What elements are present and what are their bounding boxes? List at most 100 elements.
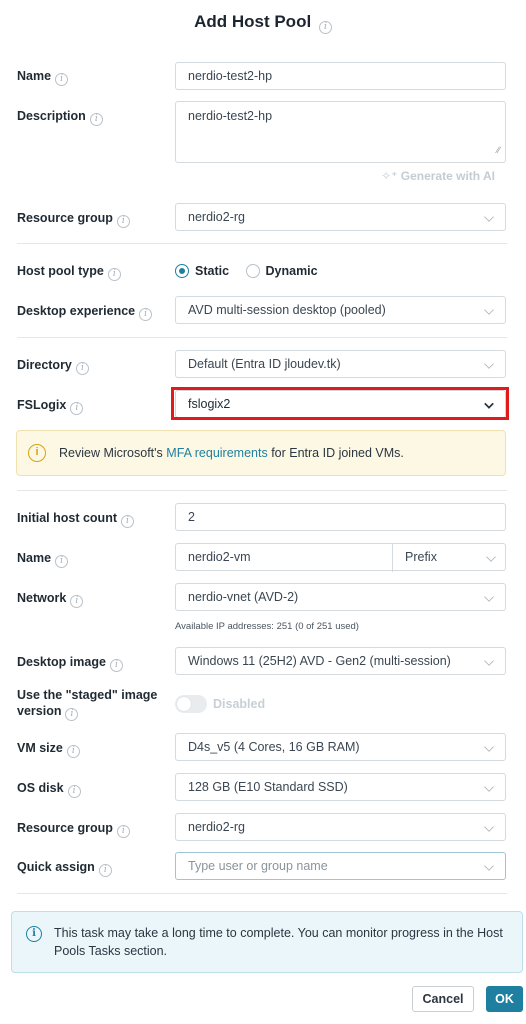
chevron-down-icon bbox=[484, 359, 494, 369]
host-pool-type-label: Host pool type bbox=[17, 264, 104, 278]
radio-dynamic-label: Dynamic bbox=[265, 264, 318, 278]
dialog-title-row: Add Host Pool i bbox=[0, 12, 526, 34]
vm-name-value: nerdio2-vm bbox=[188, 550, 251, 564]
radio-dynamic[interactable]: Dynamic bbox=[245, 262, 330, 280]
mfa-warning-banner: i Review Microsoft's MFA requirements fo… bbox=[16, 430, 506, 476]
resource-group-value: nerdio2-rg bbox=[188, 210, 245, 224]
dialog-title: Add Host Pool bbox=[194, 12, 312, 31]
chevron-down-icon bbox=[484, 861, 494, 871]
network-value: nerdio-vnet (AVD-2) bbox=[188, 590, 299, 604]
info-icon[interactable]: i bbox=[66, 745, 80, 758]
host-pool-name-input[interactable]: nerdio-test2-hp bbox=[175, 62, 506, 90]
vm-resource-group-select[interactable]: nerdio2-rg bbox=[175, 813, 506, 841]
divider bbox=[17, 243, 507, 244]
quick-assign-placeholder: Type user or group name bbox=[188, 859, 328, 873]
available-ip-note: Available IP addresses: 251 (0 of 251 us… bbox=[175, 621, 359, 632]
info-icon[interactable]: i bbox=[75, 362, 89, 375]
radio-static[interactable]: Static bbox=[175, 262, 241, 280]
info-icon[interactable]: i bbox=[121, 515, 134, 528]
divider bbox=[17, 490, 507, 491]
resize-handle-icon[interactable]: ∕∕ bbox=[497, 142, 500, 158]
desktop-image-label: Desktop image bbox=[17, 655, 106, 669]
chevron-down-icon bbox=[484, 822, 494, 832]
vm-size-label: VM size bbox=[17, 741, 63, 755]
description-label: Description bbox=[17, 109, 86, 123]
name-label: Name bbox=[17, 69, 52, 83]
warning-icon: i bbox=[28, 444, 46, 462]
chevron-down-icon bbox=[484, 305, 494, 315]
chevron-down-icon bbox=[484, 742, 494, 752]
chevron-down-icon bbox=[484, 592, 494, 602]
chevron-down-icon bbox=[484, 212, 494, 222]
desktop-image-select[interactable]: Windows 11 (25H2) AVD - Gen2 (multi-sess… bbox=[175, 647, 506, 675]
info-icon[interactable]: i bbox=[116, 825, 130, 838]
info-icon[interactable]: i bbox=[318, 21, 332, 34]
info-icon[interactable]: i bbox=[116, 215, 130, 228]
highlight-box bbox=[171, 387, 509, 420]
info-icon[interactable]: i bbox=[55, 73, 69, 86]
task-notice-text: This task may take a long time to comple… bbox=[54, 926, 503, 958]
chevron-down-icon bbox=[486, 552, 496, 562]
vm-name-input[interactable]: nerdio2-vm Prefix bbox=[175, 543, 507, 572]
desktop-experience-select[interactable]: AVD multi-session desktop (pooled) bbox=[175, 296, 506, 324]
network-label: Network bbox=[17, 591, 67, 605]
generate-ai-label: Generate with AI bbox=[400, 169, 495, 183]
info-icon[interactable]: i bbox=[109, 659, 123, 672]
vm-name-label: Name bbox=[17, 551, 52, 565]
staged-image-toggle[interactable] bbox=[175, 695, 207, 713]
quick-assign-label: Quick assign bbox=[17, 860, 95, 874]
ok-button[interactable]: OK bbox=[486, 986, 523, 1012]
sparkle-icon: ✧⁺ bbox=[381, 169, 398, 183]
info-icon[interactable]: i bbox=[70, 595, 84, 608]
directory-select[interactable]: Default (Entra ID jloudev.tk) bbox=[175, 350, 506, 378]
description-value: nerdio-test2-hp bbox=[188, 109, 273, 123]
desktop-experience-value: AVD multi-session desktop (pooled) bbox=[188, 303, 386, 317]
resource-group-label: Resource group bbox=[17, 211, 113, 225]
vm-size-value: D4s_v5 (4 Cores, 16 GB RAM) bbox=[188, 740, 360, 754]
add-host-pool-dialog: Add Host Pool i Name i nerdio-test2-hp De… bbox=[0, 0, 526, 1024]
info-icon[interactable]: i bbox=[89, 113, 103, 126]
resource-group-select[interactable]: nerdio2-rg bbox=[175, 203, 506, 231]
info-icon[interactable]: i bbox=[139, 308, 153, 321]
staged-image-label-line1: Use the "staged" image bbox=[17, 688, 158, 702]
vm-name-mode-select[interactable]: Prefix bbox=[392, 544, 507, 572]
network-select[interactable]: nerdio-vnet (AVD-2) bbox=[175, 583, 506, 611]
vm-size-select[interactable]: D4s_v5 (4 Cores, 16 GB RAM) bbox=[175, 733, 506, 761]
info-icon[interactable]: i bbox=[98, 864, 112, 877]
radio-selected-icon bbox=[175, 264, 189, 278]
info-icon[interactable]: i bbox=[55, 555, 69, 568]
mfa-notice-suffix: for Entra ID joined VMs. bbox=[267, 446, 404, 460]
chevron-down-icon bbox=[484, 782, 494, 792]
mfa-requirements-link[interactable]: MFA requirements bbox=[166, 446, 267, 460]
info-circle-icon: i bbox=[26, 926, 42, 942]
info-icon[interactable]: i bbox=[70, 402, 84, 415]
initial-host-count-input[interactable]: 2 bbox=[175, 503, 506, 531]
staged-image-label-line2: version bbox=[17, 704, 62, 718]
os-disk-value: 128 GB (E10 Standard SSD) bbox=[188, 780, 348, 794]
divider bbox=[17, 893, 507, 894]
staged-toggle-label: Disabled bbox=[213, 697, 266, 711]
directory-value: Default (Entra ID jloudev.tk) bbox=[188, 357, 341, 371]
description-textarea[interactable]: nerdio-test2-hp ∕∕ bbox=[175, 101, 506, 163]
os-disk-label: OS disk bbox=[17, 781, 64, 795]
cancel-button[interactable]: Cancel bbox=[412, 986, 474, 1012]
generate-with-ai-button[interactable]: ✧⁺ Generate with AI bbox=[381, 169, 495, 183]
host-pool-type-radios: Static Dynamic bbox=[175, 262, 330, 280]
fslogix-label: FSLogix bbox=[17, 398, 67, 412]
desktop-image-value: Windows 11 (25H2) AVD - Gen2 (multi-sess… bbox=[188, 654, 451, 668]
radio-static-label: Static bbox=[195, 264, 230, 278]
quick-assign-input[interactable]: Type user or group name bbox=[175, 852, 506, 880]
vm-resource-group-value: nerdio2-rg bbox=[188, 820, 245, 834]
task-notice-banner: i This task may take a long time to comp… bbox=[11, 911, 523, 973]
mfa-notice-prefix: Review Microsoft's bbox=[59, 446, 167, 460]
info-icon[interactable]: i bbox=[65, 708, 79, 721]
vm-name-mode-value: Prefix bbox=[405, 550, 437, 564]
initial-host-count-label: Initial host count bbox=[17, 511, 117, 525]
chevron-down-icon bbox=[484, 656, 494, 666]
os-disk-select[interactable]: 128 GB (E10 Standard SSD) bbox=[175, 773, 506, 801]
info-icon[interactable]: i bbox=[67, 785, 81, 798]
directory-label: Directory bbox=[17, 358, 72, 372]
info-icon[interactable]: i bbox=[107, 268, 121, 281]
radio-unselected-icon bbox=[245, 264, 260, 278]
desktop-experience-label: Desktop experience bbox=[17, 304, 136, 318]
